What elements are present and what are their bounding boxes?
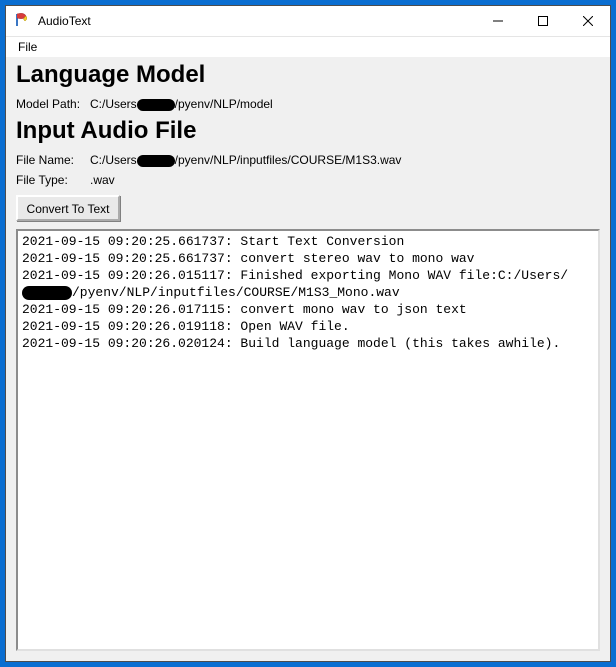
log-line: 2021-09-15 09:20:26.015117: Finished exp… — [22, 268, 568, 283]
file-name-value: C:/Users/pyenv/NLP/inputfiles/COURSE/M1S… — [90, 153, 401, 167]
redacted-text — [137, 155, 175, 167]
titlebar: AudioText — [6, 6, 610, 37]
close-button[interactable] — [565, 6, 610, 36]
maximize-button[interactable] — [520, 6, 565, 36]
file-name-prefix: C:/Users — [90, 153, 137, 167]
log-line: 2021-09-15 09:20:25.661737: convert ster… — [22, 251, 474, 266]
window-frame: AudioText File Language Model Model Path… — [0, 0, 616, 667]
file-type-label: File Type: — [16, 173, 86, 187]
model-path-row: Model Path: C:/Users/pyenv/NLP/model — [16, 97, 600, 111]
file-type-row: File Type: .wav — [16, 173, 600, 187]
file-type-value: .wav — [90, 173, 115, 187]
log-line: 2021-09-15 09:20:25.661737: Start Text C… — [22, 234, 404, 249]
window-title: AudioText — [36, 14, 91, 28]
model-path-suffix: /pyenv/NLP/model — [175, 97, 273, 111]
file-name-suffix: /pyenv/NLP/inputfiles/COURSE/M1S3.wav — [175, 153, 402, 167]
file-name-row: File Name: C:/Users/pyenv/NLP/inputfiles… — [16, 153, 600, 167]
model-path-value: C:/Users/pyenv/NLP/model — [90, 97, 273, 111]
menu-file[interactable]: File — [12, 39, 43, 55]
menubar: File — [6, 37, 610, 57]
convert-button[interactable]: Convert To Text — [16, 195, 120, 221]
app-icon — [14, 13, 30, 29]
redacted-text — [137, 99, 175, 111]
log-line: /pyenv/NLP/inputfiles/COURSE/M1S3_Mono.w… — [72, 285, 400, 300]
heading-input-audio: Input Audio File — [16, 117, 600, 145]
log-line: 2021-09-15 09:20:26.017115: convert mono… — [22, 302, 467, 317]
model-path-label: Model Path: — [16, 97, 86, 111]
redacted-text — [22, 286, 72, 300]
log-output[interactable]: 2021-09-15 09:20:25.661737: Start Text C… — [16, 229, 600, 651]
file-name-label: File Name: — [16, 153, 86, 167]
model-path-prefix: C:/Users — [90, 97, 137, 111]
log-line: 2021-09-15 09:20:26.019118: Open WAV fil… — [22, 319, 350, 334]
log-line: 2021-09-15 09:20:26.020124: Build langua… — [22, 336, 560, 351]
heading-language-model: Language Model — [16, 61, 600, 89]
window: AudioText File Language Model Model Path… — [5, 5, 611, 662]
minimize-button[interactable] — [475, 6, 520, 36]
body: Language Model Model Path: C:/Users/pyen… — [6, 57, 610, 661]
